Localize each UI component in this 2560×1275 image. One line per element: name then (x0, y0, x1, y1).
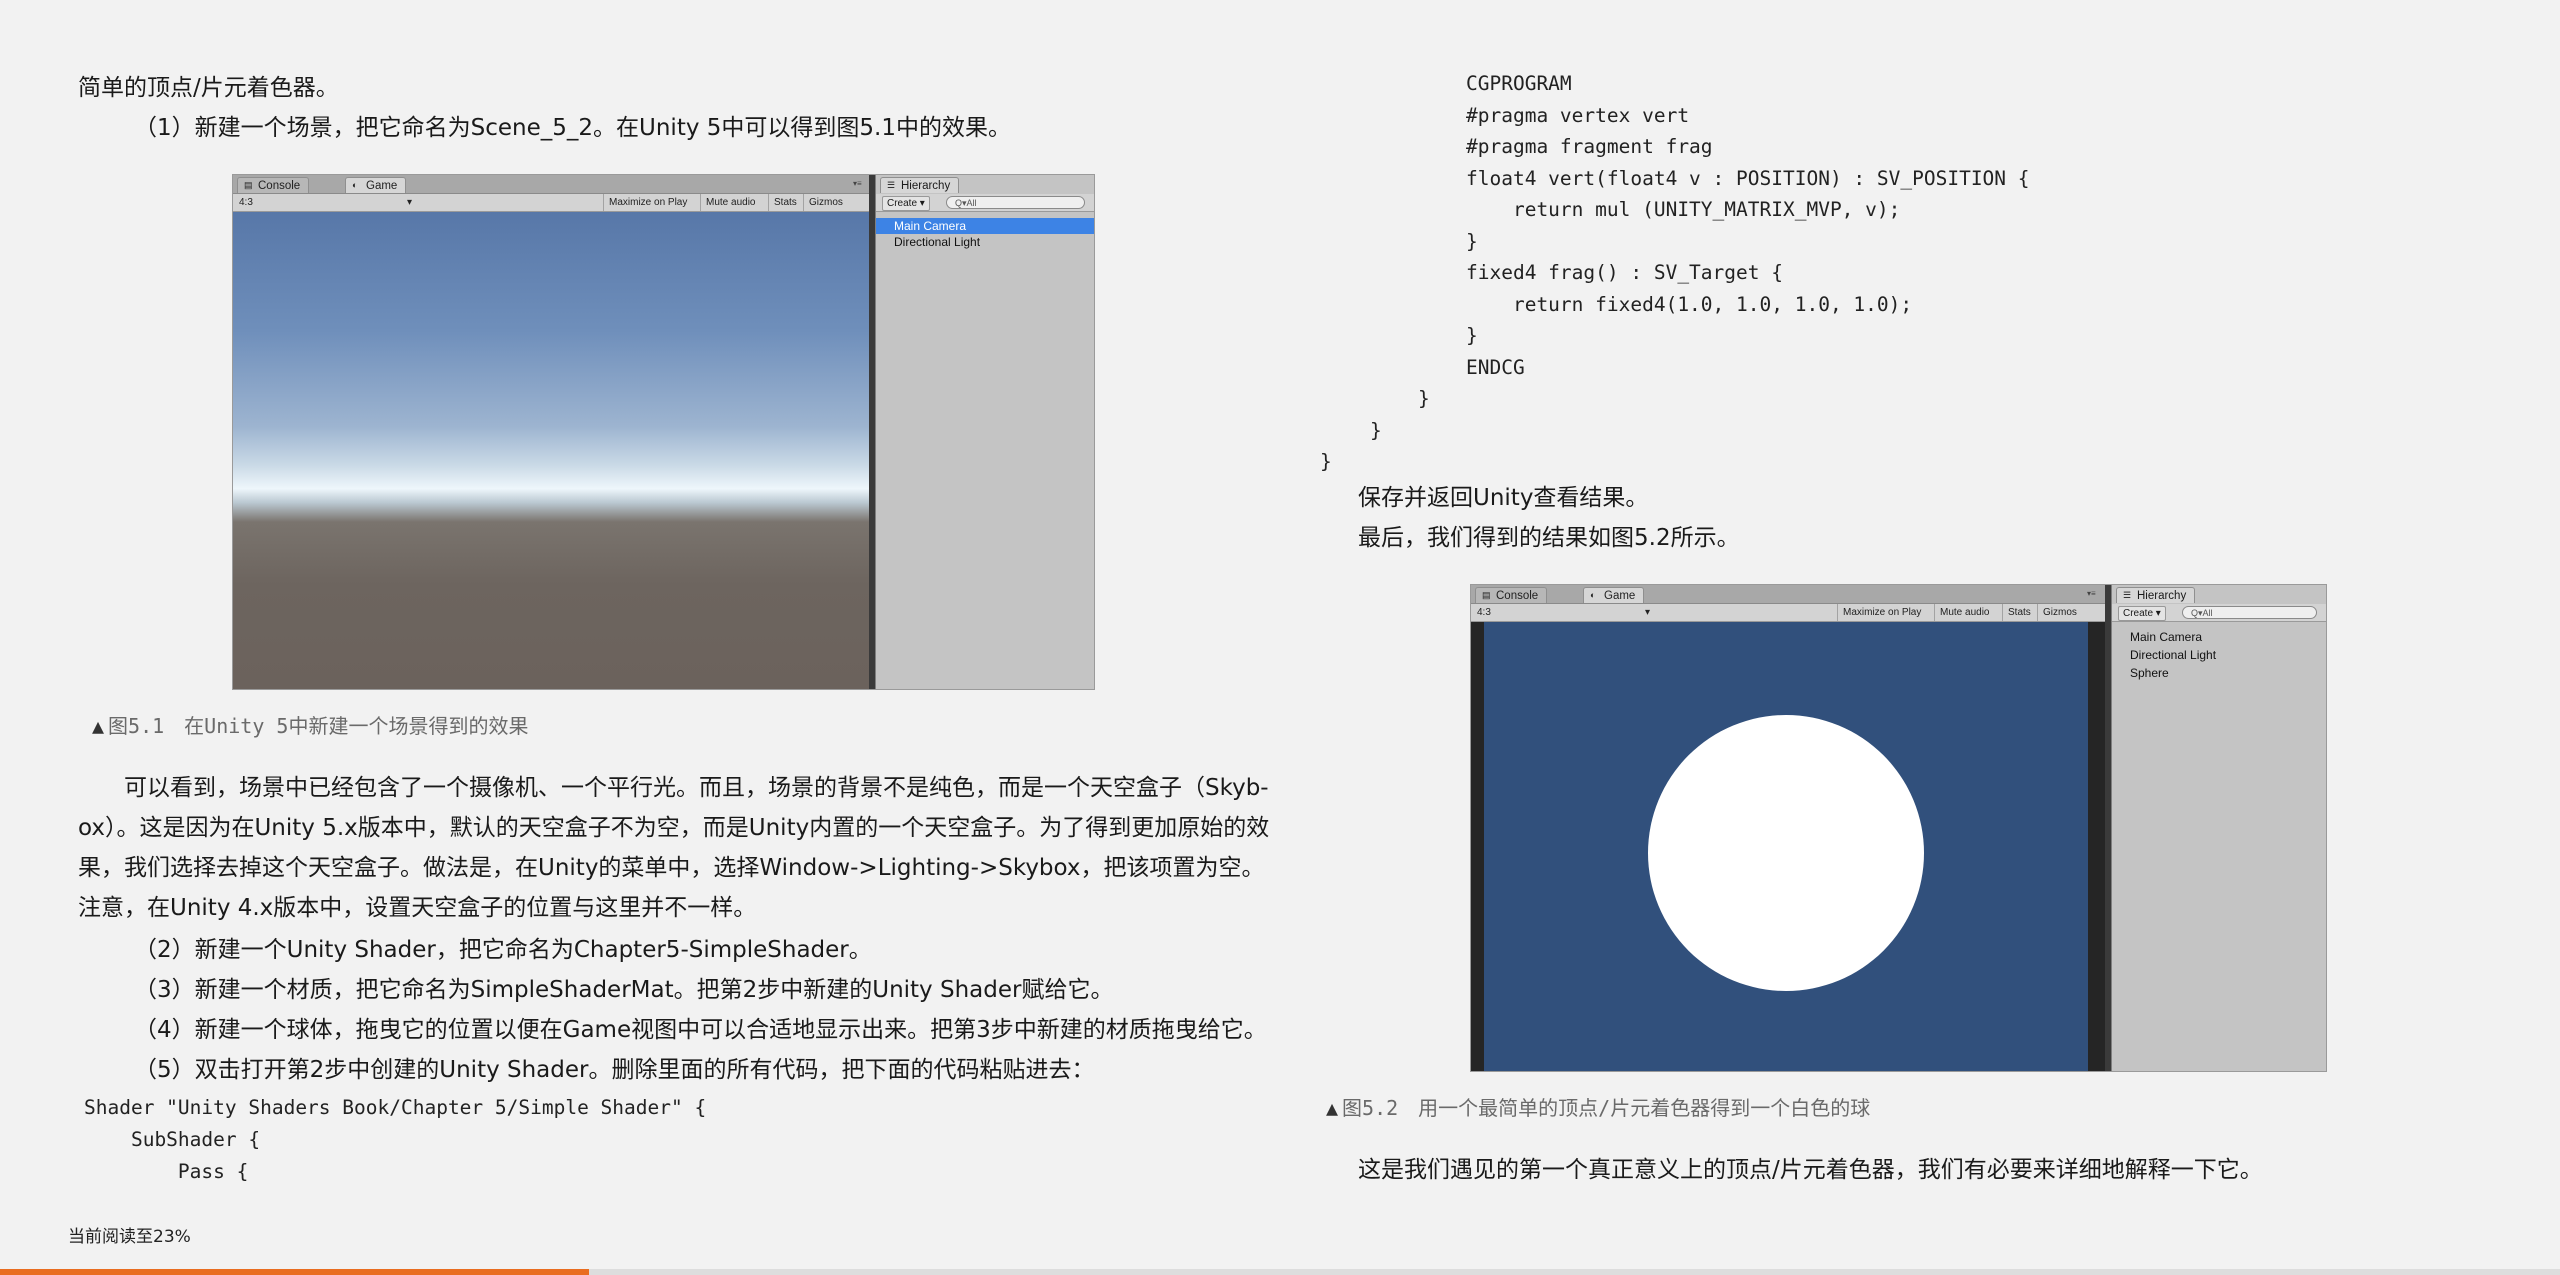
step-3: （3）新建一个材质，把它命名为SimpleShaderMat。把第2步中新建的U… (134, 977, 1114, 1003)
mute-audio-toggle: Mute audio (700, 194, 760, 211)
create-dropdown: Create ▾ (2118, 606, 2166, 621)
console-icon: ▤ (1482, 590, 1491, 600)
hierarchy-icon: ☰ (2123, 590, 2132, 600)
tab-game: ◐ Game (1583, 587, 1645, 603)
step-4: （4）新建一个球体，拖曳它的位置以便在Game视图中可以合适地显示出来。把第3步… (134, 1017, 1267, 1043)
hierarchy-panel: ☰ Hierarchy Create ▾ Q▾All Main Camera Di… (875, 175, 1094, 689)
body-line-3: 果，我们选择去掉这个天空盒子。做法是，在Unity的菜单中，选择Window->… (78, 855, 1265, 881)
code-line: } (1466, 230, 1478, 253)
hierarchy-item-directional-light: Directional Light (2130, 648, 2217, 662)
stats-toggle: Stats (2002, 604, 2036, 621)
code-line: } (1466, 324, 1478, 347)
game-toolbar: 4:3 ▾ Maximize on Play Mute audio Stats … (1471, 604, 2105, 622)
panel-menu-icon: ▾≡ (2087, 589, 2096, 598)
hierarchy-item-directional-light: Directional Light (894, 235, 981, 249)
aspect-dropdown: 4:3 (239, 197, 253, 208)
console-icon: ▤ (244, 180, 253, 190)
code-line: ENDCG (1466, 356, 1525, 379)
editor-tab-strip: ▤ Console ◐ Game ▾≡ (233, 175, 871, 194)
tab-game: ◐ Game (345, 177, 407, 193)
maximize-on-play-toggle: Maximize on Play (1837, 604, 1926, 621)
triangle-icon: ▲ (92, 714, 105, 738)
panel-menu-icon: ▾≡ (853, 179, 862, 188)
game-icon: ◐ (1590, 590, 1596, 600)
hierarchy-icon: ☰ (887, 180, 896, 190)
maximize-on-play-toggle: Maximize on Play (603, 194, 692, 211)
hierarchy-panel: ☰ Hierarchy Create ▾ Q▾All Main Camera Di… (2111, 585, 2326, 1071)
tab-console: ▤ Console (1475, 587, 1548, 603)
figure-5-1-caption: ▲ 图5.1 在Unity 5中新建一个场景得到的效果 (92, 714, 529, 738)
code-line: Pass { (84, 1160, 249, 1183)
code-line: float4 vert(float4 v : POSITION) : SV_PO… (1466, 167, 2030, 190)
code-line: fixed4 frag() : SV_Target { (1466, 261, 1783, 284)
paragraph-result: 最后，我们得到的结果如图5.2所示。 (1358, 525, 1740, 551)
paragraph-intro: 简单的顶点/片元着色器。 (78, 75, 339, 101)
figure-5-2-unity-editor: ▤ Console ◐ Game ▾≡ 4:3 ▾ Maximize on Play… (1470, 584, 2327, 1072)
step-1: （1）新建一个场景，把它命名为Scene_5_2。在Unity 5中可以得到图5… (134, 115, 1011, 141)
game-icon: ◐ (352, 180, 358, 190)
game-view-background (1484, 622, 2088, 1071)
game-toolbar: 4:3 ▾ Maximize on Play Mute audio Stats … (233, 194, 871, 212)
hierarchy-item-main-camera: Main Camera (2130, 630, 2203, 644)
aspect-dropdown-arrow-icon: ▾ (1645, 607, 1651, 618)
code-line: SubShader { (84, 1128, 261, 1151)
code-line: } (1418, 387, 1430, 410)
stats-toggle: Stats (768, 194, 802, 211)
hierarchy-item-sphere: Sphere (2130, 666, 2169, 680)
code-line: } (1370, 419, 1382, 442)
hierarchy-item-main-camera: Main Camera (876, 218, 1094, 234)
hierarchy-search-field: Q▾All (946, 196, 1085, 209)
body-line-2: ox）。这是因为在Unity 5.x版本中，默认的天空盒子不为空，而是Unity… (78, 815, 1270, 841)
game-view-skybox (233, 212, 869, 689)
tab-hierarchy: ☰ Hierarchy (880, 177, 960, 193)
reading-progress-label: 当前阅读至23% (68, 1227, 191, 1247)
code-line: } (1320, 450, 1332, 473)
mute-audio-toggle: Mute audio (1934, 604, 1994, 621)
tab-console: ▤ Console (237, 177, 310, 193)
aspect-dropdown: 4:3 (1477, 607, 1491, 618)
code-line: return fixed4(1.0, 1.0, 1.0, 1.0); (1466, 293, 1913, 316)
reader-page: 简单的顶点/片元着色器。 （1）新建一个场景，把它命名为Scene_5_2。在U… (0, 0, 2560, 1275)
step-2: （2）新建一个Unity Shader，把它命名为Chapter5-Simple… (134, 937, 872, 963)
white-sphere (1648, 715, 1924, 991)
figure-5-1-unity-editor: ▤ Console ◐ Game ▾≡ 4:3 ▾ Maximize on Play… (232, 174, 1095, 690)
aspect-dropdown-arrow-icon: ▾ (407, 197, 413, 208)
hierarchy-search-field: Q▾All (2182, 606, 2317, 619)
code-line: return mul (UNITY_MATRIX_MVP, v); (1466, 198, 1901, 221)
figure-5-2-caption: ▲ 图5.2 用一个最简单的顶点/片元着色器得到一个白色的球 (1326, 1096, 1871, 1120)
body-line-4: 注意，在Unity 4.x版本中，设置天空盒子的位置与这里并不一样。 (78, 895, 757, 921)
tab-hierarchy: ☰ Hierarchy (2116, 587, 2196, 603)
step-5: （5）双击打开第2步中创建的Unity Shader。删除里面的所有代码，把下面… (134, 1057, 1095, 1083)
code-line: #pragma vertex vert (1466, 104, 1690, 127)
reading-progress-bar[interactable] (0, 1269, 2560, 1275)
body-line-1: 可以看到，场景中已经包含了一个摄像机、一个平行光。而且，场景的背景不是纯色，而是… (124, 775, 1269, 801)
gizmos-dropdown: Gizmos (803, 194, 848, 211)
create-dropdown: Create ▾ (882, 196, 930, 211)
paragraph-final: 这是我们遇见的第一个真正意义上的顶点/片元着色器，我们有必要来详细地解释一下它。 (1358, 1157, 2263, 1183)
triangle-icon: ▲ (1326, 1096, 1339, 1120)
gizmos-dropdown: Gizmos (2037, 604, 2082, 621)
code-line: CGPROGRAM (1466, 72, 1572, 95)
code-line: #pragma fragment frag (1466, 135, 1713, 158)
reading-progress-fill (0, 1269, 589, 1275)
code-line: Shader "Unity Shaders Book/Chapter 5/Sim… (84, 1096, 707, 1119)
hierarchy-toolbar: Create ▾ Q▾All (2112, 604, 2326, 622)
editor-tab-strip: ▤ Console ◐ Game ▾≡ (1471, 585, 2105, 604)
game-view (1471, 622, 2105, 1071)
paragraph-save: 保存并返回Unity查看结果。 (1358, 485, 1649, 511)
hierarchy-toolbar: Create ▾ Q▾All (876, 194, 1094, 212)
